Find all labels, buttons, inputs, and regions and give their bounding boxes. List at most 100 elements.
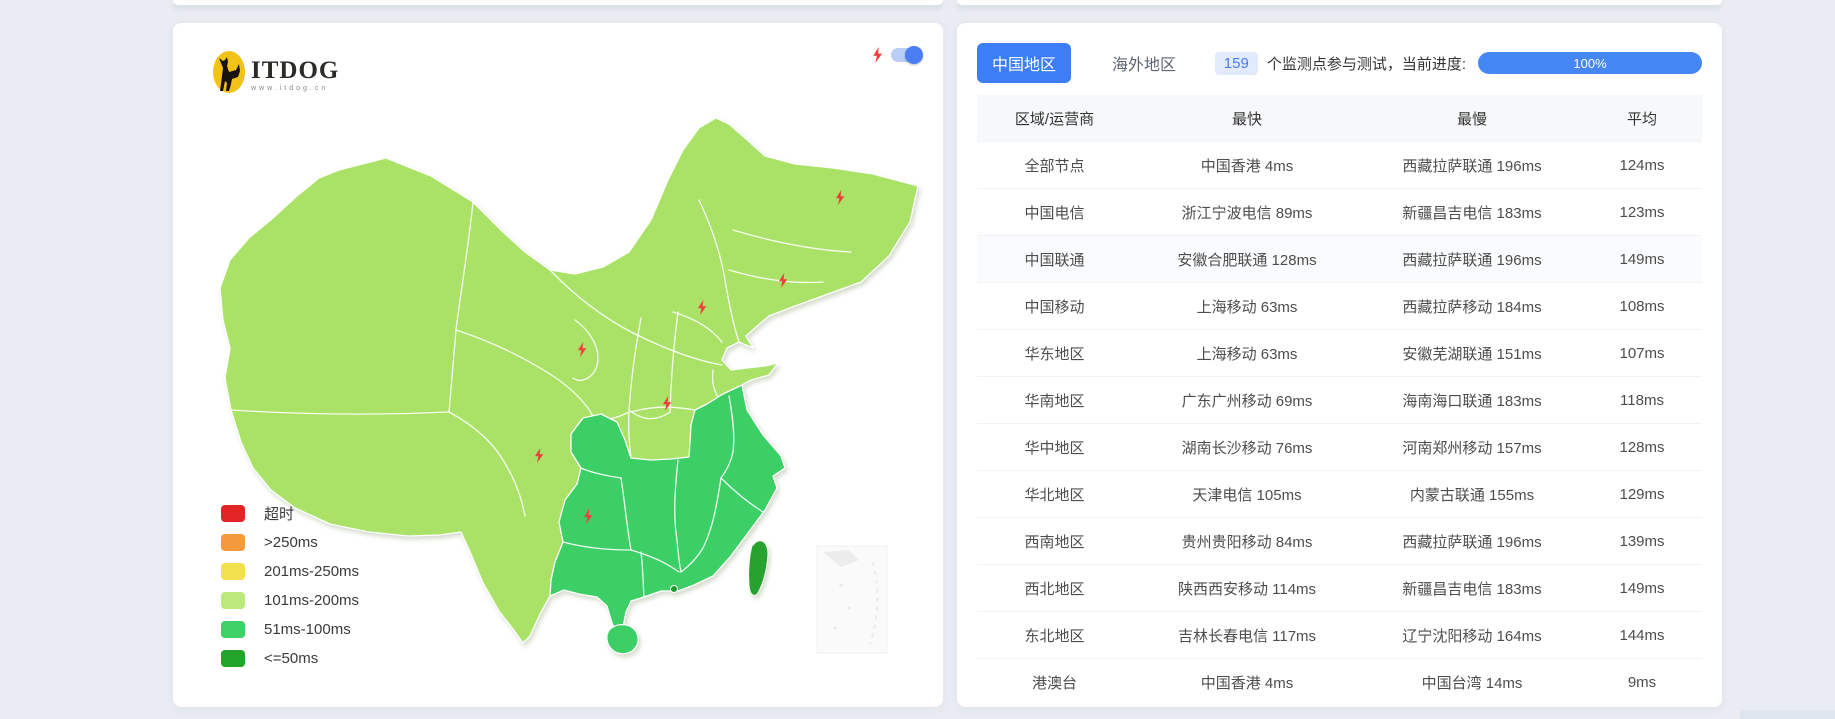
col-header-fastest: 最快 bbox=[1132, 108, 1362, 129]
col-header-slowest: 最慢 bbox=[1362, 108, 1582, 129]
cell-slowest: 新疆昌吉电信 183ms bbox=[1362, 578, 1582, 599]
table-row: 中国联通 安徽合肥联通 128ms 西藏拉萨联通 196ms 149ms bbox=[977, 235, 1702, 282]
table-body: 全部节点 中国香港 4ms 西藏拉萨联通 196ms 124ms 中国电信 浙江… bbox=[977, 141, 1702, 705]
realtime-toggle[interactable] bbox=[891, 48, 921, 62]
map-region-taiwan bbox=[749, 541, 768, 596]
upper-card-edge-left bbox=[173, 0, 943, 5]
cell-region: 华南地区 bbox=[977, 390, 1132, 411]
cell-slowest: 西藏拉萨联通 196ms bbox=[1362, 531, 1582, 552]
cell-fastest: 上海移动 63ms bbox=[1132, 343, 1362, 364]
cell-region: 西北地区 bbox=[977, 578, 1132, 599]
cell-region: 中国联通 bbox=[977, 249, 1132, 270]
legend-label: 101ms-200ms bbox=[264, 592, 359, 609]
legend-label: <=50ms bbox=[264, 650, 318, 667]
cell-fastest: 贵州贵阳移动 84ms bbox=[1132, 531, 1362, 552]
table-row: 华北地区 天津电信 105ms 内蒙古联通 155ms 129ms bbox=[977, 470, 1702, 517]
cell-fastest: 湖南长沙移动 76ms bbox=[1132, 437, 1362, 458]
cell-slowest: 中国台湾 14ms bbox=[1362, 672, 1582, 693]
lightning-icon bbox=[872, 47, 883, 63]
cell-fastest: 中国香港 4ms bbox=[1132, 672, 1362, 693]
cell-avg: 144ms bbox=[1582, 627, 1702, 644]
south-china-sea-inset bbox=[817, 546, 887, 653]
table-row: 西南地区 贵州贵阳移动 84ms 西藏拉萨联通 196ms 139ms bbox=[977, 517, 1702, 564]
next-section-edge bbox=[1740, 710, 1835, 719]
cell-region: 西南地区 bbox=[977, 531, 1132, 552]
table-row: 全部节点 中国香港 4ms 西藏拉萨联通 196ms 124ms bbox=[977, 141, 1702, 188]
table-row: 中国电信 浙江宁波电信 89ms 新疆昌吉电信 183ms 123ms bbox=[977, 188, 1702, 235]
legend-swatch bbox=[221, 563, 245, 580]
cell-avg: 118ms bbox=[1582, 392, 1702, 409]
cell-fastest: 天津电信 105ms bbox=[1132, 484, 1362, 505]
progress-bar: 100% bbox=[1478, 52, 1702, 74]
legend-swatch bbox=[221, 621, 245, 638]
latency-map-card: ITDOG www.itdog.cn bbox=[173, 23, 943, 707]
legend-label: 超时 bbox=[264, 503, 294, 524]
cell-fastest: 中国香港 4ms bbox=[1132, 155, 1362, 176]
cell-avg: 139ms bbox=[1582, 533, 1702, 550]
cell-region: 东北地区 bbox=[977, 625, 1132, 646]
cell-fastest: 浙江宁波电信 89ms bbox=[1132, 202, 1362, 223]
cell-avg: 149ms bbox=[1582, 251, 1702, 268]
cell-avg: 124ms bbox=[1582, 157, 1702, 174]
table-row: 中国移动 上海移动 63ms 西藏拉萨移动 184ms 108ms bbox=[977, 282, 1702, 329]
cell-slowest: 河南郑州移动 157ms bbox=[1362, 437, 1582, 458]
cell-avg: 129ms bbox=[1582, 486, 1702, 503]
progress-label: 100% bbox=[1573, 56, 1606, 71]
legend-item: 201ms-250ms bbox=[221, 563, 359, 580]
cell-slowest: 西藏拉萨移动 184ms bbox=[1362, 296, 1582, 317]
legend-item: <=50ms bbox=[221, 650, 359, 667]
region-tab[interactable]: 海外地区 bbox=[1097, 43, 1191, 83]
legend-swatch bbox=[221, 534, 245, 551]
region-tabs: 中国地区 海外地区 bbox=[977, 43, 1191, 83]
results-header: 中国地区 海外地区 159 个监测点参与测试，当前进度: 100% bbox=[977, 41, 1702, 85]
results-card: 中国地区 海外地区 159 个监测点参与测试，当前进度: 100% 区域/运营商… bbox=[957, 23, 1722, 707]
cell-region: 中国电信 bbox=[977, 202, 1132, 223]
cell-slowest: 西藏拉萨联通 196ms bbox=[1362, 155, 1582, 176]
cell-slowest: 海南海口联通 183ms bbox=[1362, 390, 1582, 411]
cell-avg: 108ms bbox=[1582, 298, 1702, 315]
legend-label: 201ms-250ms bbox=[264, 563, 359, 580]
col-header-avg: 平均 bbox=[1582, 108, 1702, 129]
cell-slowest: 新疆昌吉电信 183ms bbox=[1362, 202, 1582, 223]
map-region-hainan bbox=[607, 625, 638, 654]
cell-avg: 123ms bbox=[1582, 204, 1702, 221]
cell-avg: 9ms bbox=[1582, 674, 1702, 691]
table-row: 东北地区 吉林长春电信 117ms 辽宁沈阳移动 164ms 144ms bbox=[977, 611, 1702, 658]
table-row: 华中地区 湖南长沙移动 76ms 河南郑州移动 157ms 128ms bbox=[977, 423, 1702, 470]
cell-fastest: 吉林长春电信 117ms bbox=[1132, 625, 1362, 646]
legend-swatch bbox=[221, 505, 245, 522]
table-row: 西北地区 陕西西安移动 114ms 新疆昌吉电信 183ms 149ms bbox=[977, 564, 1702, 611]
latency-legend: 超时 >250ms 201ms-250ms 101ms-200ms 51ms-1… bbox=[221, 505, 359, 667]
legend-item: >250ms bbox=[221, 534, 359, 551]
col-header-region: 区域/运营商 bbox=[977, 108, 1132, 129]
cell-fastest: 陕西西安移动 114ms bbox=[1132, 578, 1362, 599]
results-table: 区域/运营商 最快 最慢 平均 全部节点 中国香港 4ms 西藏拉萨联通 196… bbox=[977, 95, 1702, 705]
cell-slowest: 安徽芜湖联通 151ms bbox=[1362, 343, 1582, 364]
cell-avg: 149ms bbox=[1582, 580, 1702, 597]
cell-region: 港澳台 bbox=[977, 672, 1132, 693]
table-row: 华南地区 广东广州移动 69ms 海南海口联通 183ms 118ms bbox=[977, 376, 1702, 423]
table-row: 华东地区 上海移动 63ms 安徽芜湖联通 151ms 107ms bbox=[977, 329, 1702, 376]
legend-item: 51ms-100ms bbox=[221, 621, 359, 638]
cell-slowest: 内蒙古联通 155ms bbox=[1362, 484, 1582, 505]
legend-label: >250ms bbox=[264, 534, 318, 551]
upper-card-edge-right bbox=[957, 0, 1722, 5]
toggle-knob bbox=[905, 46, 923, 64]
cell-fastest: 安徽合肥联通 128ms bbox=[1132, 249, 1362, 270]
cell-avg: 107ms bbox=[1582, 345, 1702, 362]
cell-region: 中国移动 bbox=[977, 296, 1132, 317]
cell-slowest: 西藏拉萨联通 196ms bbox=[1362, 249, 1582, 270]
cell-region: 华中地区 bbox=[977, 437, 1132, 458]
legend-item: 101ms-200ms bbox=[221, 592, 359, 609]
monitor-text: 个监测点参与测试，当前进度: bbox=[1267, 53, 1466, 74]
cell-fastest: 广东广州移动 69ms bbox=[1132, 390, 1362, 411]
cell-slowest: 辽宁沈阳移动 164ms bbox=[1362, 625, 1582, 646]
region-tab[interactable]: 中国地区 bbox=[977, 43, 1071, 83]
cell-avg: 128ms bbox=[1582, 439, 1702, 456]
cell-region: 华东地区 bbox=[977, 343, 1132, 364]
legend-label: 51ms-100ms bbox=[264, 621, 351, 638]
legend-item: 超时 bbox=[221, 505, 359, 522]
table-header-row: 区域/运营商 最快 最慢 平均 bbox=[977, 95, 1702, 141]
cell-fastest: 上海移动 63ms bbox=[1132, 296, 1362, 317]
map-region-hongkong bbox=[671, 586, 678, 593]
